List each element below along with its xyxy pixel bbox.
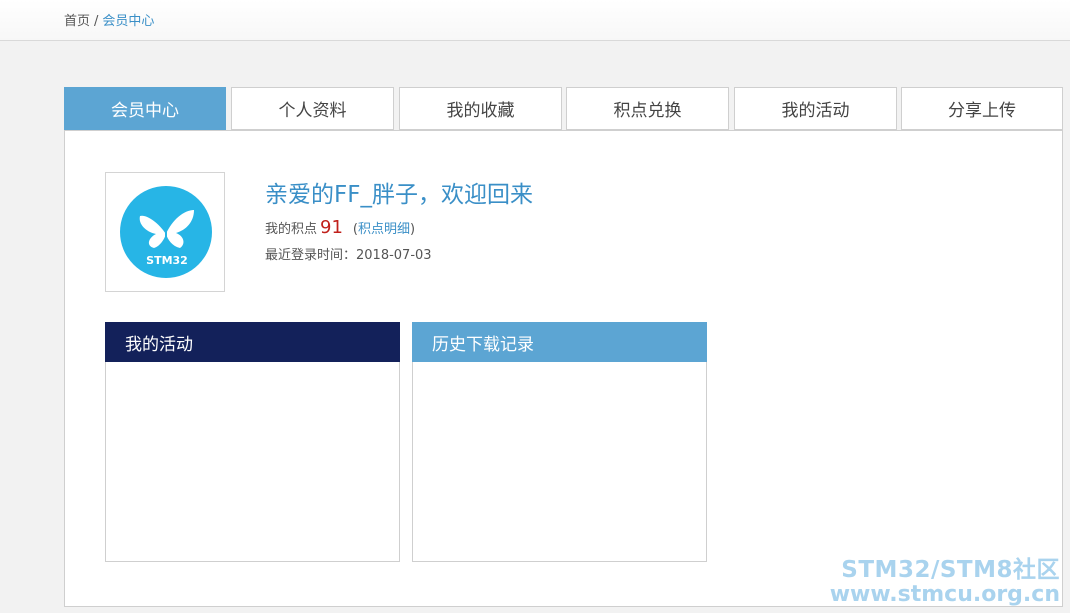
site-watermark: STM32/STM8社区 www.stmcu.org.cn bbox=[829, 556, 1060, 607]
points-line: 我的积点 91 (积点明细) bbox=[265, 217, 415, 238]
tab-favorites[interactable]: 我的收藏 bbox=[399, 87, 562, 130]
welcome-message: 亲爱的FF_胖子，欢迎回来 bbox=[265, 182, 533, 208]
points-detail-link[interactable]: 积点明细 bbox=[358, 222, 410, 237]
avatar-logo-text: STM32 bbox=[146, 254, 188, 267]
points-value: 91 bbox=[320, 217, 343, 238]
download-history-box: 历史下载记录 bbox=[412, 322, 707, 562]
last-login-label: 最近登录时间： bbox=[265, 248, 357, 263]
breadcrumb: 首页 / 会员中心 bbox=[64, 10, 154, 29]
tab-member-center[interactable]: 会员中心 bbox=[64, 87, 226, 130]
stm32-logo-icon: STM32 bbox=[120, 186, 212, 278]
breadcrumb-current-link[interactable]: 会员中心 bbox=[102, 14, 154, 29]
top-bar: 首页 / 会员中心 bbox=[0, 0, 1070, 41]
member-center-panel: STM32 亲爱的FF_胖子，欢迎回来 我的积点 91 (积点明细) 最近登录时间：… bbox=[64, 130, 1063, 607]
watermark-line-2: www.stmcu.org.cn bbox=[829, 581, 1060, 607]
tab-share-upload[interactable]: 分享上传 bbox=[901, 87, 1063, 130]
breadcrumb-home-link[interactable]: 首页 bbox=[64, 14, 90, 29]
avatar[interactable]: STM32 bbox=[105, 172, 225, 292]
points-label: 我的积点 bbox=[265, 222, 318, 237]
tab-my-activities[interactable]: 我的活动 bbox=[734, 87, 897, 130]
tab-points-exchange[interactable]: 积点兑换 bbox=[566, 87, 729, 130]
watermark-line-1: STM32/STM8社区 bbox=[841, 556, 1060, 583]
last-login-line: 最近登录时间：2018-07-03 bbox=[265, 244, 432, 263]
my-activities-header: 我的活动 bbox=[105, 322, 400, 362]
tab-profile[interactable]: 个人资料 bbox=[231, 87, 394, 130]
download-history-header: 历史下载记录 bbox=[412, 322, 707, 362]
points-detail-close-paren: ) bbox=[410, 222, 416, 237]
my-activities-box: 我的活动 bbox=[105, 322, 400, 562]
breadcrumb-separator: / bbox=[94, 14, 99, 29]
last-login-value: 2018-07-03 bbox=[356, 248, 432, 263]
